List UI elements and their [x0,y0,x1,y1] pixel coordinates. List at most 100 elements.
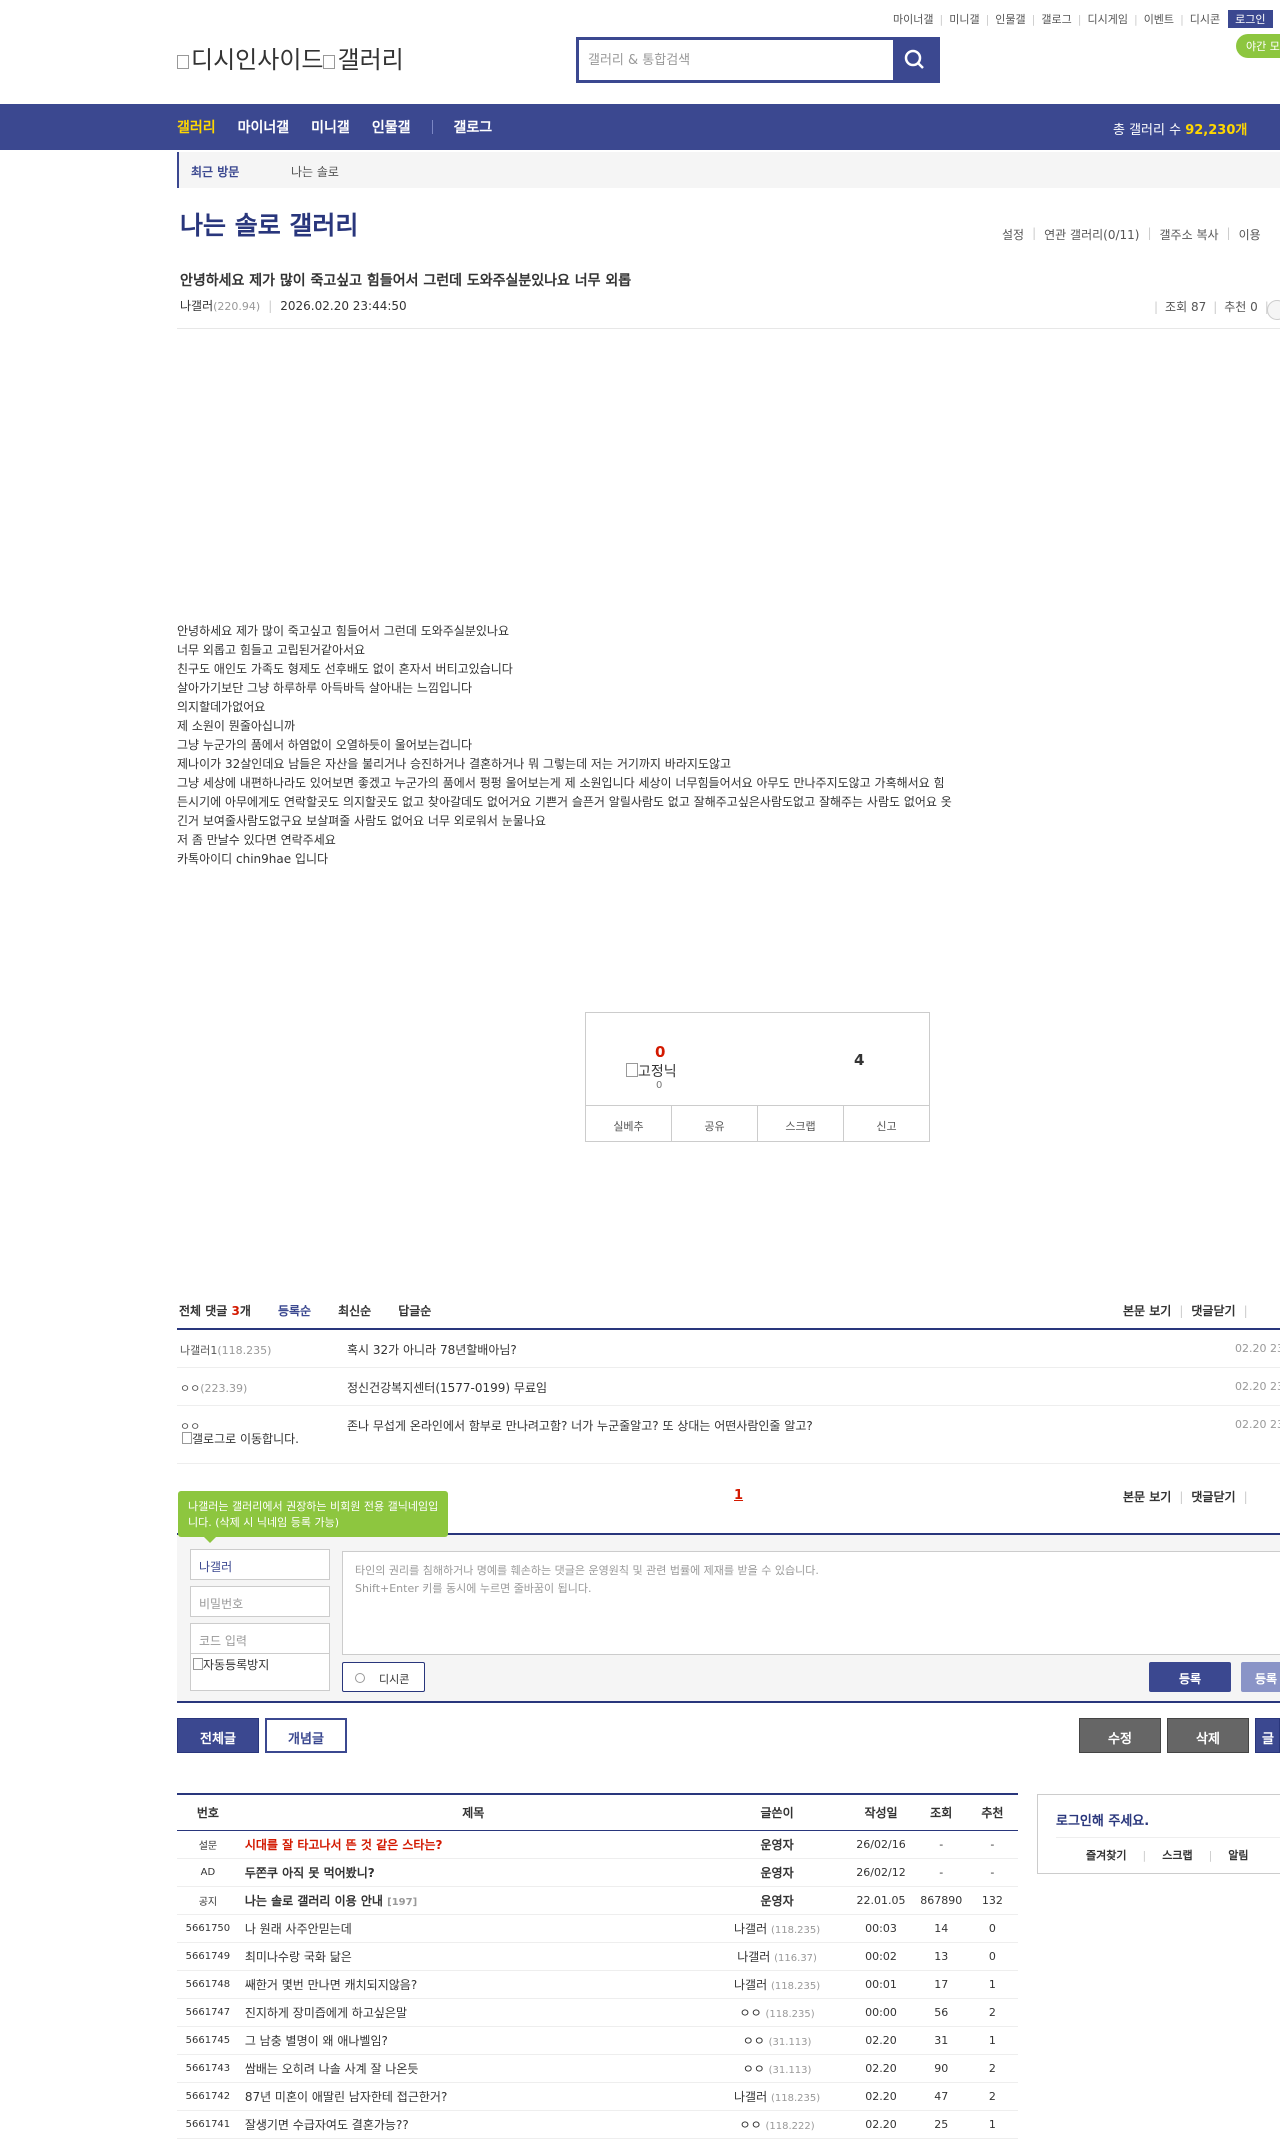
post-title-text[interactable]: 그 남충 별명이 왜 애나벨임? [245,2034,388,2048]
post-title-cell[interactable]: 나 원래 사주안믿는데 [238,1914,708,1943]
post-writer-nick[interactable]: ㅇㅇ [740,2006,762,2020]
post-title-text[interactable]: 최미나수랑 국화 닮은 [245,1950,352,1964]
post-writer[interactable]: 운영자 [707,1858,847,1887]
login-prompt[interactable]: 로그인해 주세요. [1056,1810,1149,1829]
post-row[interactable]: 5661747 진지하게 장미즙에게 하고싶은말 ㅇㅇ (118.235) 00:0… [177,1998,1018,2027]
post-writer[interactable]: 나갤러 (116.37) [707,1942,847,1971]
reply-count[interactable]: [197] [387,1897,417,1908]
post-row[interactable]: 5661749 최미나수랑 국화 닮은 나갤러 (116.37) 00:02 13 0 [177,1942,1018,1971]
post-row[interactable]: 5661743 쌈배는 오히려 나솔 사계 잘 나온듯 ㅇㅇ (31.113) 02… [177,2054,1018,2083]
post-row[interactable]: 5661745 그 남충 별명이 왜 애나벨임? ㅇㅇ (31.113) 02.20… [177,2026,1018,2055]
top-link-event[interactable]: 이벤트 [1144,11,1174,27]
post-title-text[interactable]: 잘생기면 수급자여도 결혼가능?? [245,2118,409,2132]
post-title-text[interactable]: 두쫀쿠 아직 못 먹어봤니? [245,1866,375,1880]
silbe-recommend-button[interactable]: 실베추 [586,1106,672,1142]
post-writer-nick[interactable]: 나갤러 [734,1978,767,1992]
nickname-field[interactable]: 나갤러 [190,1549,330,1580]
nav-mini[interactable]: 미니갤 [311,117,350,137]
logo[interactable]: 디시인사이드 갤러리 [177,40,404,75]
post-row[interactable]: 5661741 잘생기면 수급자여도 결혼가능?? ㅇㅇ (118.222) 02.… [177,2110,1018,2139]
delete-button[interactable]: 삭제 [1167,1718,1249,1753]
write-button[interactable]: 글 [1255,1718,1280,1753]
post-title-cell[interactable]: 87년 미혼이 애딸린 남자한테 접근한거? [238,2082,708,2111]
post-writer[interactable]: ㅇㅇ (31.113) [707,2026,847,2055]
post-writer-nick[interactable]: 나갤러 [734,2090,767,2104]
post-row[interactable]: 공지 나는 솔로 갤러리 이용 안내 [197] 운영자 22.01.05 86789… [177,1886,1018,1915]
post-title-text[interactable]: 쌈배는 오히려 나솔 사계 잘 나온듯 [245,2062,419,2076]
concept-posts-button[interactable]: 개념글 [265,1718,347,1753]
post-title-cell[interactable]: 시대를 잘 타고나서 뜬 것 같은 스타는? [238,1830,708,1859]
post-row[interactable]: 5661750 나 원래 사주안믿는데 나갤러 (118.235) 00:03 14 0 [177,1914,1018,1943]
settings-link[interactable]: 설정 [1002,226,1024,243]
comment-nick[interactable]: ㅇㅇ(223.39) [180,1380,247,1396]
post-writer-nick[interactable]: 나갤러 [737,1950,770,1964]
favorites-link[interactable]: 즐겨찾기 [1086,1849,1126,1862]
post-title-text[interactable]: 시대를 잘 타고나서 뜬 것 같은 스타는? [245,1838,443,1852]
notification-link[interactable]: 알림 [1228,1849,1248,1862]
top-link-gallog[interactable]: 갤로그 [1041,11,1071,27]
post-title-text[interactable]: 나 원래 사주안믿는데 [245,1922,352,1936]
night-mode-button[interactable]: 야간 모드 [1236,34,1280,58]
post-title-text[interactable]: 나는 솔로 갤러리 이용 안내 [245,1894,383,1908]
post-author[interactable]: 나갤러 [180,299,213,313]
dccon-button[interactable]: 디시콘 [342,1662,425,1692]
top-link-mini[interactable]: 미니갤 [949,11,979,27]
comment-nick[interactable]: 나갤러1(118.235) [180,1342,271,1358]
sort-by-register[interactable]: 등록순 [278,1302,311,1319]
close-comments-link[interactable]: 댓글닫기 [1191,1304,1235,1318]
register-button[interactable]: 등록 [1149,1662,1231,1692]
captcha-image[interactable]: 자동등록방지 [190,1653,330,1691]
nav-minor[interactable]: 마이너갤 [238,117,290,137]
post-row[interactable]: 5661742 87년 미혼이 애딸린 남자한테 접근한거? 나갤러 (118.2… [177,2082,1018,2111]
edit-button[interactable]: 수정 [1079,1718,1161,1753]
post-writer-nick[interactable]: 운영자 [761,1894,794,1908]
register-and-recommend-button[interactable]: 등록 [1241,1662,1280,1692]
post-writer[interactable]: 나갤러 (118.235) [707,1970,847,1999]
post-title-text[interactable]: 87년 미혼이 애딸린 남자한테 접근한거? [245,2090,448,2104]
sort-by-reply[interactable]: 답글순 [398,1302,431,1319]
post-writer[interactable]: 나갤러 (118.235) [707,1914,847,1943]
sort-by-latest[interactable]: 최신순 [338,1302,371,1319]
scrap-link[interactable]: 스크랩 [1162,1849,1192,1862]
post-title-cell[interactable]: 진지하게 장미즙에게 하고싶은말 [238,1998,708,2027]
comment-page-1[interactable]: 1 [734,1488,743,1503]
post-title-cell[interactable]: 두쫀쿠 아직 못 먹어봤니? [238,1858,708,1887]
nav-gallog[interactable]: 갤로그 [453,117,492,137]
post-writer-nick[interactable]: ㅇㅇ [743,2062,765,2076]
related-gallery-link[interactable]: 연관 갤러리(0/11) [1044,226,1139,243]
view-body-link[interactable]: 본문 보기 [1123,1490,1171,1504]
gallery-title[interactable]: 나는 솔로 갤러리 [180,206,358,242]
login-button[interactable]: 로그인 [1228,10,1273,28]
post-writer[interactable]: ㅇㅇ (118.222) [707,2110,847,2139]
post-more-button[interactable] [1267,300,1280,320]
post-writer[interactable]: 나갤러 (118.235) [707,2082,847,2111]
post-title-text[interactable]: 진지하게 장미즙에게 하고싶은말 [245,2006,407,2020]
post-title-cell[interactable]: 나는 솔로 갤러리 이용 안내 [197] [238,1886,708,1915]
post-title-cell[interactable]: 그 남충 별명이 왜 애나벨임? [238,2026,708,2055]
post-title-cell[interactable]: 최미나수랑 국화 닮은 [238,1942,708,1971]
top-link-dccon[interactable]: 디시콘 [1190,11,1220,27]
top-link-person[interactable]: 인물갤 [995,11,1025,27]
top-link-minor[interactable]: 마이너갤 [893,11,933,27]
post-writer-nick[interactable]: 나갤러 [734,1922,767,1936]
view-body-link[interactable]: 본문 보기 [1123,1304,1171,1318]
captcha-code-field[interactable]: 코드 입력 [190,1623,330,1654]
post-writer[interactable]: ㅇㅇ (31.113) [707,2054,847,2083]
nav-gallery[interactable]: 갤러리 [177,117,216,137]
post-title-text[interactable]: 쌔한거 몇번 만나면 캐치되지않음? [245,1978,417,1992]
post-writer[interactable]: ㅇㅇ (118.235) [707,1998,847,2027]
usage-link[interactable]: 이용 [1239,226,1261,243]
nav-person[interactable]: 인물갤 [372,117,411,137]
gallog-link[interactable]: 갤로그로 이동합니다. [182,1432,312,1446]
recent-visit-item[interactable]: 나는 솔로 [291,163,339,180]
post-writer-nick[interactable]: 운영자 [761,1866,794,1880]
post-row[interactable]: 5661748 쌔한거 몇번 만나면 캐치되지않음? 나갤러 (118.235) 0… [177,1970,1018,1999]
top-link-game[interactable]: 디시게임 [1087,11,1127,27]
post-title-cell[interactable]: 쌔한거 몇번 만나면 캐치되지않음? [238,1970,708,1999]
post-row[interactable]: AD 두쫀쿠 아직 못 먹어봤니? 운영자 26/02/12- - [177,1858,1018,1887]
post-writer[interactable]: 운영자 [707,1830,847,1859]
scrap-button[interactable]: 스크랩 [758,1106,844,1142]
copy-address-link[interactable]: 갤주소 복사 [1160,226,1219,243]
report-button[interactable]: 신고 [844,1106,929,1142]
post-writer[interactable]: 운영자 [707,1886,847,1915]
